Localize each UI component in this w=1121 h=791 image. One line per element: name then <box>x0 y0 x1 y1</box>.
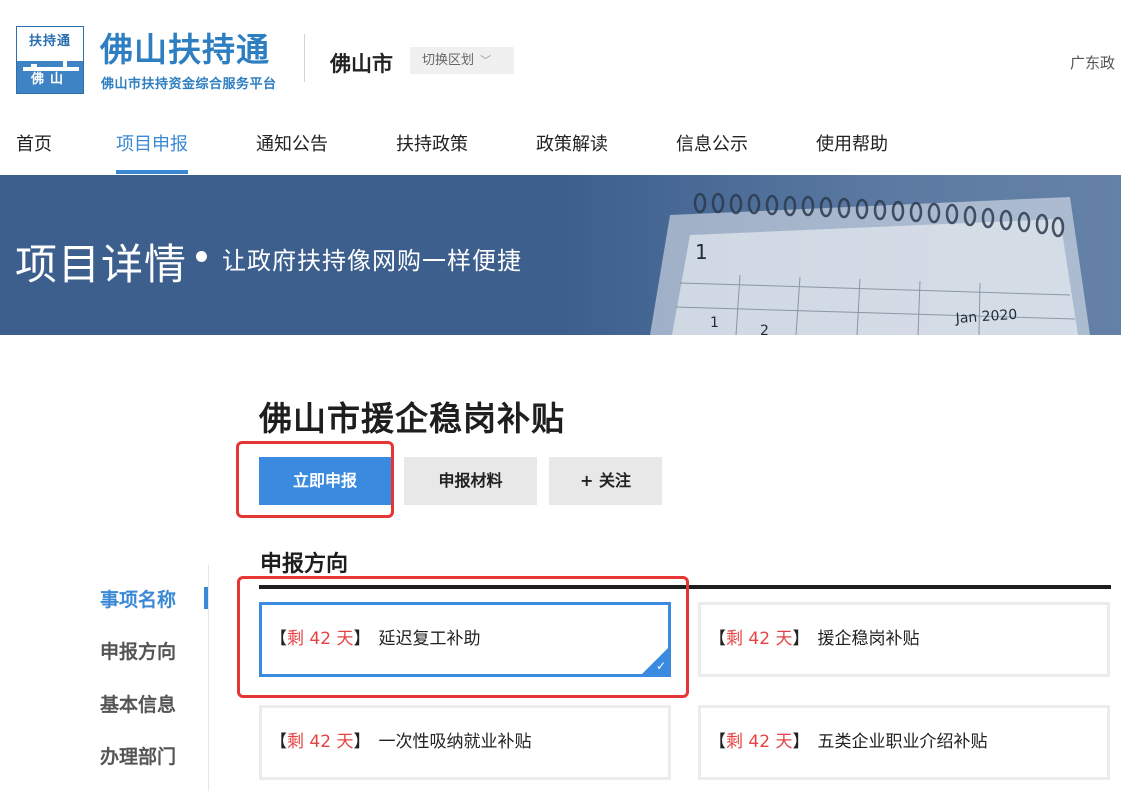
project-title: 佛山市援企稳岗补贴 <box>259 399 565 438</box>
bracket-open: 【 <box>709 732 726 752</box>
logo-badge-top-text: 扶持通 <box>17 27 83 61</box>
sidebar-item-basic-info[interactable]: 基本信息 <box>100 690 176 717</box>
bracket-close: 】 <box>792 629 810 649</box>
section-title-direction: 申报方向 <box>260 552 349 577</box>
main-nav: 首页 项目申报 通知公告 扶持政策 政策解读 信息公示 使用帮助 <box>0 110 1121 174</box>
application-materials-button[interactable]: 申报材料 <box>404 457 537 505</box>
site-logo-subtitle: 佛山市扶持资金综合服务平台 <box>101 77 277 92</box>
calendar-number: 1 <box>710 315 719 331</box>
nav-item-policies[interactable]: 扶持政策 <box>396 130 468 174</box>
nav-item-notices[interactable]: 通知公告 <box>256 130 328 174</box>
days-remaining: 剩 42 天 <box>287 629 354 649</box>
nav-item-public-info[interactable]: 信息公示 <box>676 130 748 174</box>
banner-bullet-icon <box>196 251 207 262</box>
calendar-number: 2 <box>760 323 769 335</box>
follow-button[interactable]: + 关注 <box>549 457 662 505</box>
nav-item-home[interactable]: 首页 <box>16 130 52 174</box>
section-divider <box>259 585 1111 589</box>
sidebar-active-indicator <box>204 587 208 609</box>
chevron-down-icon: ﹀ <box>480 54 492 67</box>
nav-item-policy-interpretation[interactable]: 政策解读 <box>536 130 608 174</box>
bracket-close: 】 <box>353 629 371 649</box>
top-right-link[interactable]: 广东政 <box>1070 52 1115 73</box>
direction-name: 五类企业职业介绍补贴 <box>817 732 988 752</box>
header: 扶持通 佛山 佛山扶持通 佛山市扶持资金综合服务平台 佛山市 切换区划 ﹀ 广东政 <box>0 0 1121 110</box>
logo-badge-bottom-text: 佛山 <box>30 72 69 87</box>
nav-item-project-apply[interactable]: 项目申报 <box>116 130 188 174</box>
check-icon: ✓ <box>655 659 666 673</box>
logo-badge[interactable]: 扶持通 佛山 <box>16 26 84 94</box>
apply-now-button[interactable]: 立即申报 <box>259 457 391 505</box>
switch-region-label: 切换区划 <box>422 53 475 68</box>
header-divider <box>304 34 305 82</box>
banner-slogan: 让政府扶持像网购一样便捷 <box>222 247 522 275</box>
banner-title: 项目详情 <box>15 240 188 289</box>
sidebar-rule <box>208 565 209 791</box>
calendar-number: 1 <box>695 240 708 264</box>
bracket-close: 】 <box>353 732 371 752</box>
days-remaining: 剩 42 天 <box>726 732 793 752</box>
days-remaining: 剩 42 天 <box>726 629 793 649</box>
bracket-open: 【 <box>709 629 726 649</box>
calendar-illustration: 1 1 2 Jan 2020 <box>650 192 1090 335</box>
sidebar-item-direction[interactable]: 申报方向 <box>100 637 176 664</box>
direction-name: 一次性吸纳就业补贴 <box>378 732 532 752</box>
current-city: 佛山市 <box>330 52 393 76</box>
days-remaining: 剩 42 天 <box>287 732 354 752</box>
direction-card-job-referral[interactable]: 【剩 42 天】 五类企业职业介绍补贴 <box>698 705 1110 780</box>
direction-card-delayed-resumption[interactable]: 【剩 42 天】 延迟复工补助 ✓ <box>259 602 671 677</box>
bracket-close: 】 <box>792 732 810 752</box>
direction-card-job-stabilization[interactable]: 【剩 42 天】 援企稳岗补贴 <box>698 602 1110 677</box>
sidebar-item-department[interactable]: 办理部门 <box>100 742 176 769</box>
page-banner: 1 1 2 Jan 2020 项目详情 让政府扶持像网购一样便捷 <box>0 175 1121 335</box>
switch-region-button[interactable]: 切换区划 ﹀ <box>410 47 514 74</box>
nav-item-help[interactable]: 使用帮助 <box>816 130 888 174</box>
direction-card-one-time-employment[interactable]: 【剩 42 天】 一次性吸纳就业补贴 <box>259 705 671 780</box>
bracket-open: 【 <box>270 732 287 752</box>
direction-name: 援企稳岗补贴 <box>817 629 920 649</box>
sidebar-item-item-name[interactable]: 事项名称 <box>100 585 176 612</box>
direction-name: 延迟复工补助 <box>378 629 481 649</box>
bracket-open: 【 <box>270 629 287 649</box>
site-logo-title[interactable]: 佛山扶持通 <box>100 30 270 70</box>
